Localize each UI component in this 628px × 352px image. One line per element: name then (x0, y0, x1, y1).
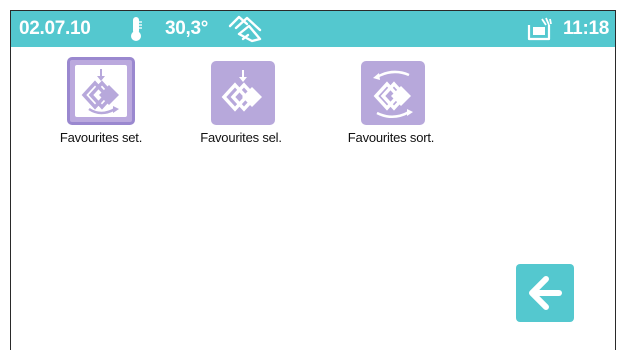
status-temperature: 30,3° (165, 18, 209, 39)
status-time: 11:18 (562, 18, 609, 39)
favourites-sort-label: Favourites sort. (347, 130, 435, 145)
favourites-select-label: Favourites sel. (200, 130, 282, 145)
hand-touch-icon (227, 14, 265, 49)
arrow-left-icon (529, 276, 562, 310)
screen: 02.07.10 30,3° 11:18 Favourites set. Fav… (10, 10, 616, 350)
favourites-sort-tile[interactable]: Favourites sort. (326, 57, 456, 157)
status-bar: 02.07.10 30,3° 11:18 (11, 11, 615, 47)
favourites-set-tile[interactable]: Favourites set. (36, 57, 166, 157)
tray-icon (527, 17, 553, 46)
favourites-select-icon (221, 70, 262, 112)
favourites-sort-icon (373, 70, 413, 118)
favourites-select-tile[interactable]: Favourites sel. (176, 57, 306, 157)
thermometer-icon (129, 16, 143, 47)
favourites-set-button[interactable] (67, 57, 135, 125)
status-date: 02.07.10 (19, 18, 91, 39)
favourites-select-button[interactable] (211, 61, 275, 125)
favourites-set-label: Favourites set. (59, 130, 143, 145)
favourites-sort-button[interactable] (361, 61, 425, 125)
back-button[interactable] (516, 264, 574, 322)
favourites-set-icon (81, 69, 119, 115)
